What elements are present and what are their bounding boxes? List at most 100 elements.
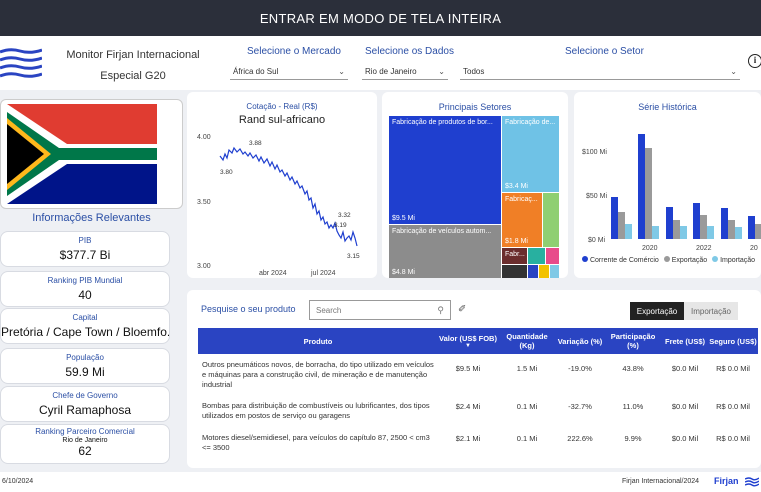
kpi-head-of-government: Chefe de Governo Cyril Ramaphosa [0,386,170,422]
table-row[interactable]: Bombas para distribuição de combustíveis… [198,401,758,429]
treemap-cell[interactable]: Fabricação de veículos autom... $4.8 Mi [389,225,501,278]
x-tick-label: 2022 [696,245,712,252]
kpi-trade-partner-rank: Ranking Parceiro Comercial Rio de Janeiro… [0,424,170,464]
bar[interactable] [707,226,714,239]
treemap-cell-label: Fabricação de produtos de bor... [392,119,493,126]
table-cell-product: Bombas para distribuição de combustíveis… [202,401,430,420]
sectors-treemap: Fabricação de produtos de bor... $9.5 Mi … [389,116,559,278]
currency-series-line [219,146,358,247]
table-cell: 222.6% [567,434,593,443]
kpi-label: Capital [72,313,98,322]
table-row[interactable]: Motores diesel/semidiesel, para veículos… [198,433,758,457]
currency-card: Cotação - Real (R$) Rand sul-africano 4.… [187,92,377,278]
legend-label[interactable]: Exportação [672,257,707,264]
data-dropdown[interactable]: Rio de Janeiro ⌄ [362,64,448,80]
chevron-down-icon: ⌄ [438,67,445,76]
search-input[interactable]: Search ⚲ [309,300,451,320]
table-cell: 11.0% [622,402,644,411]
info-icon[interactable]: i [748,54,761,68]
legend-label[interactable]: Corrente de Comércio [590,257,659,264]
treemap-cell[interactable]: Fabricação de produtos de bor... $9.5 Mi [389,116,501,224]
bar[interactable] [666,207,673,239]
treemap-cell[interactable]: Fabricaç... $1.8 Mi [502,193,542,247]
table-cell: $0.0 Mil [671,434,699,443]
treemap-cell[interactable]: Fabr... [502,248,527,264]
fullscreen-label: ENTRAR EM MODO DE TELA INTEIRA [259,10,502,26]
bar[interactable] [618,212,625,239]
column-header-variation[interactable]: Variação (%) [556,328,604,354]
bar[interactable] [673,220,680,239]
treemap-cell[interactable] [528,248,545,264]
column-header-freight[interactable]: Frete (US$) [662,328,708,354]
app-title: Monitor Firjan Internacional [66,49,200,61]
table-row[interactable]: Outros pneumáticos novos, de borracha, d… [198,360,758,396]
treemap-cell[interactable] [528,265,538,278]
footer-date: 6/10/2024 [2,478,34,485]
table-cell: $9.5 Mi [455,364,481,373]
bar[interactable] [735,227,742,239]
column-header-value[interactable]: Valor (US$ FOB) ▼ [438,328,498,354]
eraser-icon[interactable]: ✐ [458,304,466,315]
bar[interactable] [748,216,755,239]
table-cell: 1.5 Mi [516,364,538,373]
currency-caption: Cotação - Real (R$) [246,102,318,111]
kpi-label: PIB [78,236,92,245]
tab-import[interactable]: Importação [684,302,738,320]
search-placeholder: Search [316,305,342,315]
column-header-label: Valor (US$ FOB) [439,333,497,343]
treemap-cell[interactable] [539,265,549,278]
bar[interactable] [611,197,618,239]
kpi-value: $377.7 Bi [59,248,111,262]
treemap-cell-label: Fabricação de... [505,119,556,126]
sector-dropdown-value: Todos [463,67,485,76]
legend-dot [663,256,670,262]
legend-label[interactable]: Importação [720,257,755,264]
treemap-cell-label: Fabr... [505,251,525,258]
bar[interactable] [625,224,632,239]
tab-export[interactable]: Exportação [630,302,684,320]
bar[interactable] [755,224,761,239]
fullscreen-bar[interactable]: ENTRAR EM MODO DE TELA INTEIRA [0,0,761,36]
column-header-share[interactable]: Participação (%) [604,328,662,354]
table-cell-product: Motores diesel/semidiesel, para veículos… [202,433,430,452]
table-cell: -19.0% [568,364,592,373]
treemap-cell[interactable]: Fabricação de... $3.4 Mi [502,116,559,192]
treemap-cell[interactable] [502,265,527,278]
bar[interactable] [652,226,659,239]
column-header-label: Frete (US$) [664,336,705,346]
sector-dropdown[interactable]: Todos ⌄ [460,64,740,80]
bar[interactable] [700,215,707,239]
bar[interactable] [728,220,735,239]
treemap-cell[interactable] [550,265,559,278]
firjan-waves-logo [0,48,42,78]
treemap-cell-value: $9.5 Mi [392,215,415,222]
info-title: Informações Relevantes [32,212,151,224]
kpi-sub-label: Rio de Janeiro [62,437,108,444]
column-header-label: Variação (%) [557,336,603,346]
treemap-cell-value: $3.4 Mi [505,183,528,190]
bar[interactable] [680,226,687,239]
column-header-quantity[interactable]: Quantidade (Kg) [498,328,556,354]
column-header-product[interactable]: Produto [198,328,438,354]
search-label: Pesquise o seu produto [201,304,296,314]
kpi-label: População [66,353,104,362]
market-dropdown[interactable]: África do Sul ⌄ [230,64,348,80]
x-tick-label: abr 2024 [259,270,287,277]
app-subtitle: Especial G20 [100,70,166,82]
column-header-insurance[interactable]: Seguro (US$) [708,328,758,354]
treemap-cell[interactable] [543,193,559,247]
bar[interactable] [638,134,645,239]
table-cell: 0.1 Mi [516,434,538,443]
country-flag-card [0,99,183,209]
table-cell: $0.0 Mil [671,402,699,411]
kpi-value: Pretória / Cape Town / Bloemfo... [1,325,170,339]
bar[interactable] [693,203,700,239]
sectors-title: Principais Setores [438,102,512,112]
bar[interactable] [721,208,728,239]
bar[interactable] [645,148,652,239]
kpi-capital: Capital Pretória / Cape Town / Bloemfo... [0,308,170,344]
history-title: Série Histórica [638,102,697,112]
treemap-cell[interactable] [546,248,559,264]
sort-down-icon: ▼ [465,342,471,349]
column-header-label: Quantidade (Kg) [506,332,548,350]
